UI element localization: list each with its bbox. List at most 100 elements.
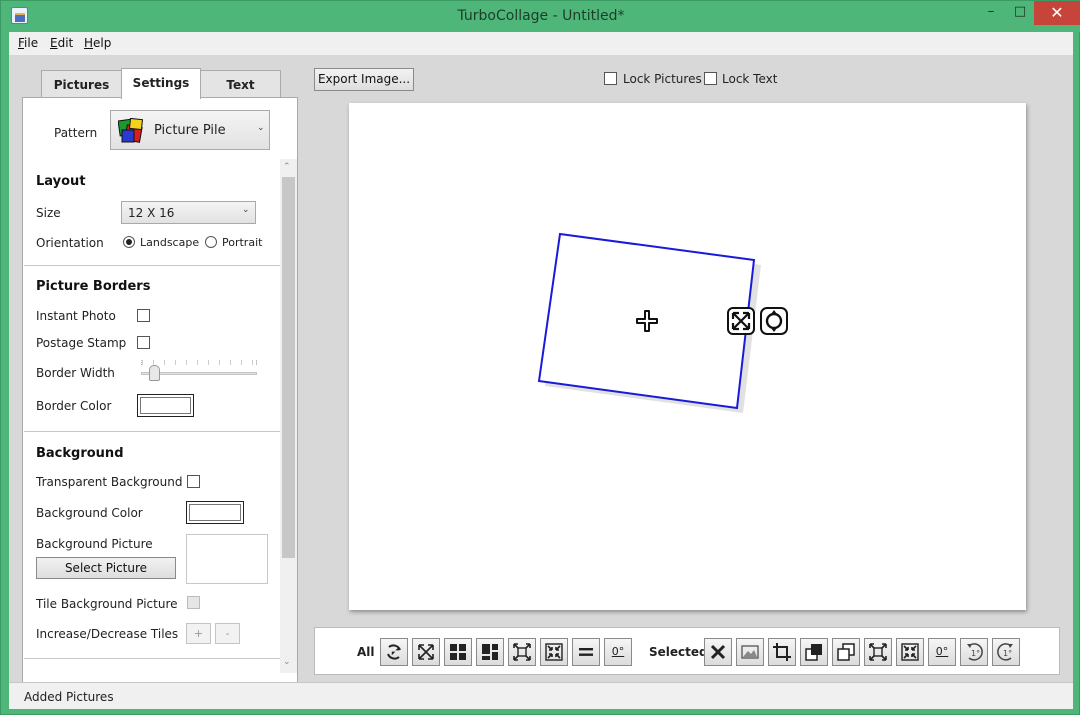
mosaic-icon bbox=[482, 644, 498, 660]
expand-all-icon bbox=[513, 643, 531, 661]
resize-handle-icon[interactable] bbox=[727, 307, 755, 335]
rotate-right-1-label: 1° bbox=[971, 649, 980, 658]
rotate-all-button[interactable] bbox=[380, 638, 408, 666]
orientation-label: Orientation bbox=[36, 236, 104, 250]
rotate-left-1-icon: 1° bbox=[997, 643, 1013, 661]
menu-edit[interactable]: Edit bbox=[50, 36, 73, 50]
fit-selected-button[interactable] bbox=[864, 638, 892, 666]
grid-button[interactable] bbox=[444, 638, 472, 666]
settings-scrollbar[interactable]: ⌃ ⌄ bbox=[280, 159, 297, 673]
title-bar[interactable]: TurboCollage - Untitled* – □ ✕ bbox=[2, 1, 1080, 32]
rotate-handle-icon[interactable] bbox=[760, 307, 788, 335]
minimize-button[interactable]: – bbox=[976, 1, 1006, 25]
fit-selected-icon bbox=[869, 643, 887, 661]
decrease-tiles-button[interactable]: - bbox=[215, 623, 240, 644]
menu-file[interactable]: File bbox=[18, 36, 38, 50]
all-label: All bbox=[357, 645, 375, 659]
menu-help-mnemonic: H bbox=[84, 36, 94, 50]
crop-icon bbox=[773, 643, 791, 661]
pattern-value: Picture Pile bbox=[154, 123, 226, 138]
export-image-button[interactable]: Export Image... bbox=[314, 68, 414, 91]
zero-rotation-all-button[interactable]: 0° bbox=[604, 638, 632, 666]
settings-panel: Pattern Picture Pile ⌄ Layout Size 12 X … bbox=[22, 97, 298, 683]
background-color-label: Background Color bbox=[36, 506, 143, 520]
delete-icon bbox=[710, 644, 726, 660]
fit-all-button[interactable] bbox=[412, 638, 440, 666]
rotate-right-1-button[interactable]: 1° bbox=[960, 638, 988, 666]
slider-thumb[interactable] bbox=[149, 365, 160, 381]
tab-settings[interactable]: Settings bbox=[121, 68, 201, 99]
pattern-label: Pattern bbox=[54, 126, 98, 140]
scroll-down-icon[interactable]: ⌄ bbox=[283, 657, 291, 667]
background-picture-preview[interactable] bbox=[186, 534, 268, 584]
menu-help[interactable]: Help bbox=[84, 36, 111, 50]
portrait-radio[interactable] bbox=[205, 236, 217, 248]
size-value: 12 X 16 bbox=[128, 206, 175, 220]
scroll-up-icon[interactable]: ⌃ bbox=[283, 162, 291, 172]
rotate-left-1-label: 1° bbox=[1003, 649, 1012, 658]
mosaic-button[interactable] bbox=[476, 638, 504, 666]
image-icon bbox=[741, 645, 759, 659]
size-select[interactable]: 12 X 16 ⌄ bbox=[121, 201, 256, 224]
lock-text-checkbox[interactable] bbox=[704, 72, 717, 85]
equalize-button[interactable] bbox=[572, 638, 600, 666]
crop-button[interactable] bbox=[768, 638, 796, 666]
picture-borders-heading: Picture Borders bbox=[36, 279, 151, 294]
zero-rotation-selected-icon: 0° bbox=[935, 645, 949, 658]
slider-ticks bbox=[141, 360, 257, 365]
window-title: TurboCollage - Untitled* bbox=[457, 8, 625, 24]
transparent-background-checkbox[interactable] bbox=[187, 475, 200, 488]
rotate-all-icon bbox=[387, 644, 401, 660]
menu-edit-label: dit bbox=[57, 36, 74, 50]
picture-pile-icon bbox=[118, 118, 144, 143]
lock-text-label: Lock Text bbox=[722, 72, 778, 86]
collage-artwork bbox=[537, 232, 788, 413]
menu-file-label: ile bbox=[24, 36, 39, 50]
select-picture-button[interactable]: Select Picture bbox=[36, 557, 176, 579]
zero-rotation-selected-button[interactable]: 0° bbox=[928, 638, 956, 666]
rotate-left-1-button[interactable]: 1° bbox=[992, 638, 1020, 666]
replace-image-button[interactable] bbox=[736, 638, 764, 666]
portrait-label: Portrait bbox=[222, 236, 263, 249]
border-color-swatch[interactable] bbox=[137, 394, 194, 417]
background-picture-label: Background Picture bbox=[36, 537, 153, 551]
scroll-thumb[interactable] bbox=[282, 177, 295, 558]
bottom-toolbar: All 0° Selected 0° 1° 1° bbox=[314, 627, 1060, 675]
size-label: Size bbox=[36, 206, 61, 220]
send-backward-icon bbox=[837, 643, 855, 661]
bring-forward-icon bbox=[805, 644, 822, 661]
tile-background-checkbox[interactable] bbox=[187, 596, 200, 609]
background-color-swatch[interactable] bbox=[186, 501, 244, 524]
main-area: Pictures Settings Text Pattern Picture P… bbox=[9, 55, 1073, 683]
menu-bar: File Edit Help bbox=[9, 32, 1073, 55]
maximize-button[interactable]: □ bbox=[1005, 1, 1035, 25]
tile-background-label: Tile Background Picture bbox=[36, 597, 178, 611]
border-width-slider[interactable] bbox=[141, 360, 257, 382]
status-text: Added Pictures bbox=[24, 690, 114, 704]
send-backward-button[interactable] bbox=[832, 638, 860, 666]
pattern-select[interactable]: Picture Pile ⌄ bbox=[110, 110, 270, 150]
landscape-radio[interactable] bbox=[123, 236, 135, 248]
landscape-label: Landscape bbox=[140, 236, 200, 249]
divider bbox=[24, 265, 281, 266]
rotate-right-1-icon: 1° bbox=[967, 643, 983, 661]
layout-heading: Layout bbox=[36, 174, 86, 189]
shrink-all-button[interactable] bbox=[540, 638, 568, 666]
postage-stamp-checkbox[interactable] bbox=[137, 336, 150, 349]
tab-text[interactable]: Text bbox=[200, 70, 281, 98]
app-window: TurboCollage - Untitled* – □ ✕ File Edit… bbox=[0, 0, 1080, 715]
bring-forward-button[interactable] bbox=[800, 638, 828, 666]
increase-tiles-button[interactable]: + bbox=[186, 623, 211, 644]
lock-pictures-checkbox[interactable] bbox=[604, 72, 617, 85]
delete-selected-button[interactable] bbox=[704, 638, 732, 666]
divider bbox=[24, 431, 281, 432]
transparent-background-label: Transparent Background bbox=[36, 475, 183, 489]
expand-all-button[interactable] bbox=[508, 638, 536, 666]
shrink-selected-button[interactable] bbox=[896, 638, 924, 666]
collage-canvas[interactable] bbox=[349, 103, 1026, 610]
background-heading: Background bbox=[36, 446, 124, 461]
instant-photo-checkbox[interactable] bbox=[137, 309, 150, 322]
close-button[interactable]: ✕ bbox=[1034, 1, 1080, 25]
instant-photo-label: Instant Photo bbox=[36, 309, 116, 323]
tab-pictures[interactable]: Pictures bbox=[41, 70, 122, 98]
